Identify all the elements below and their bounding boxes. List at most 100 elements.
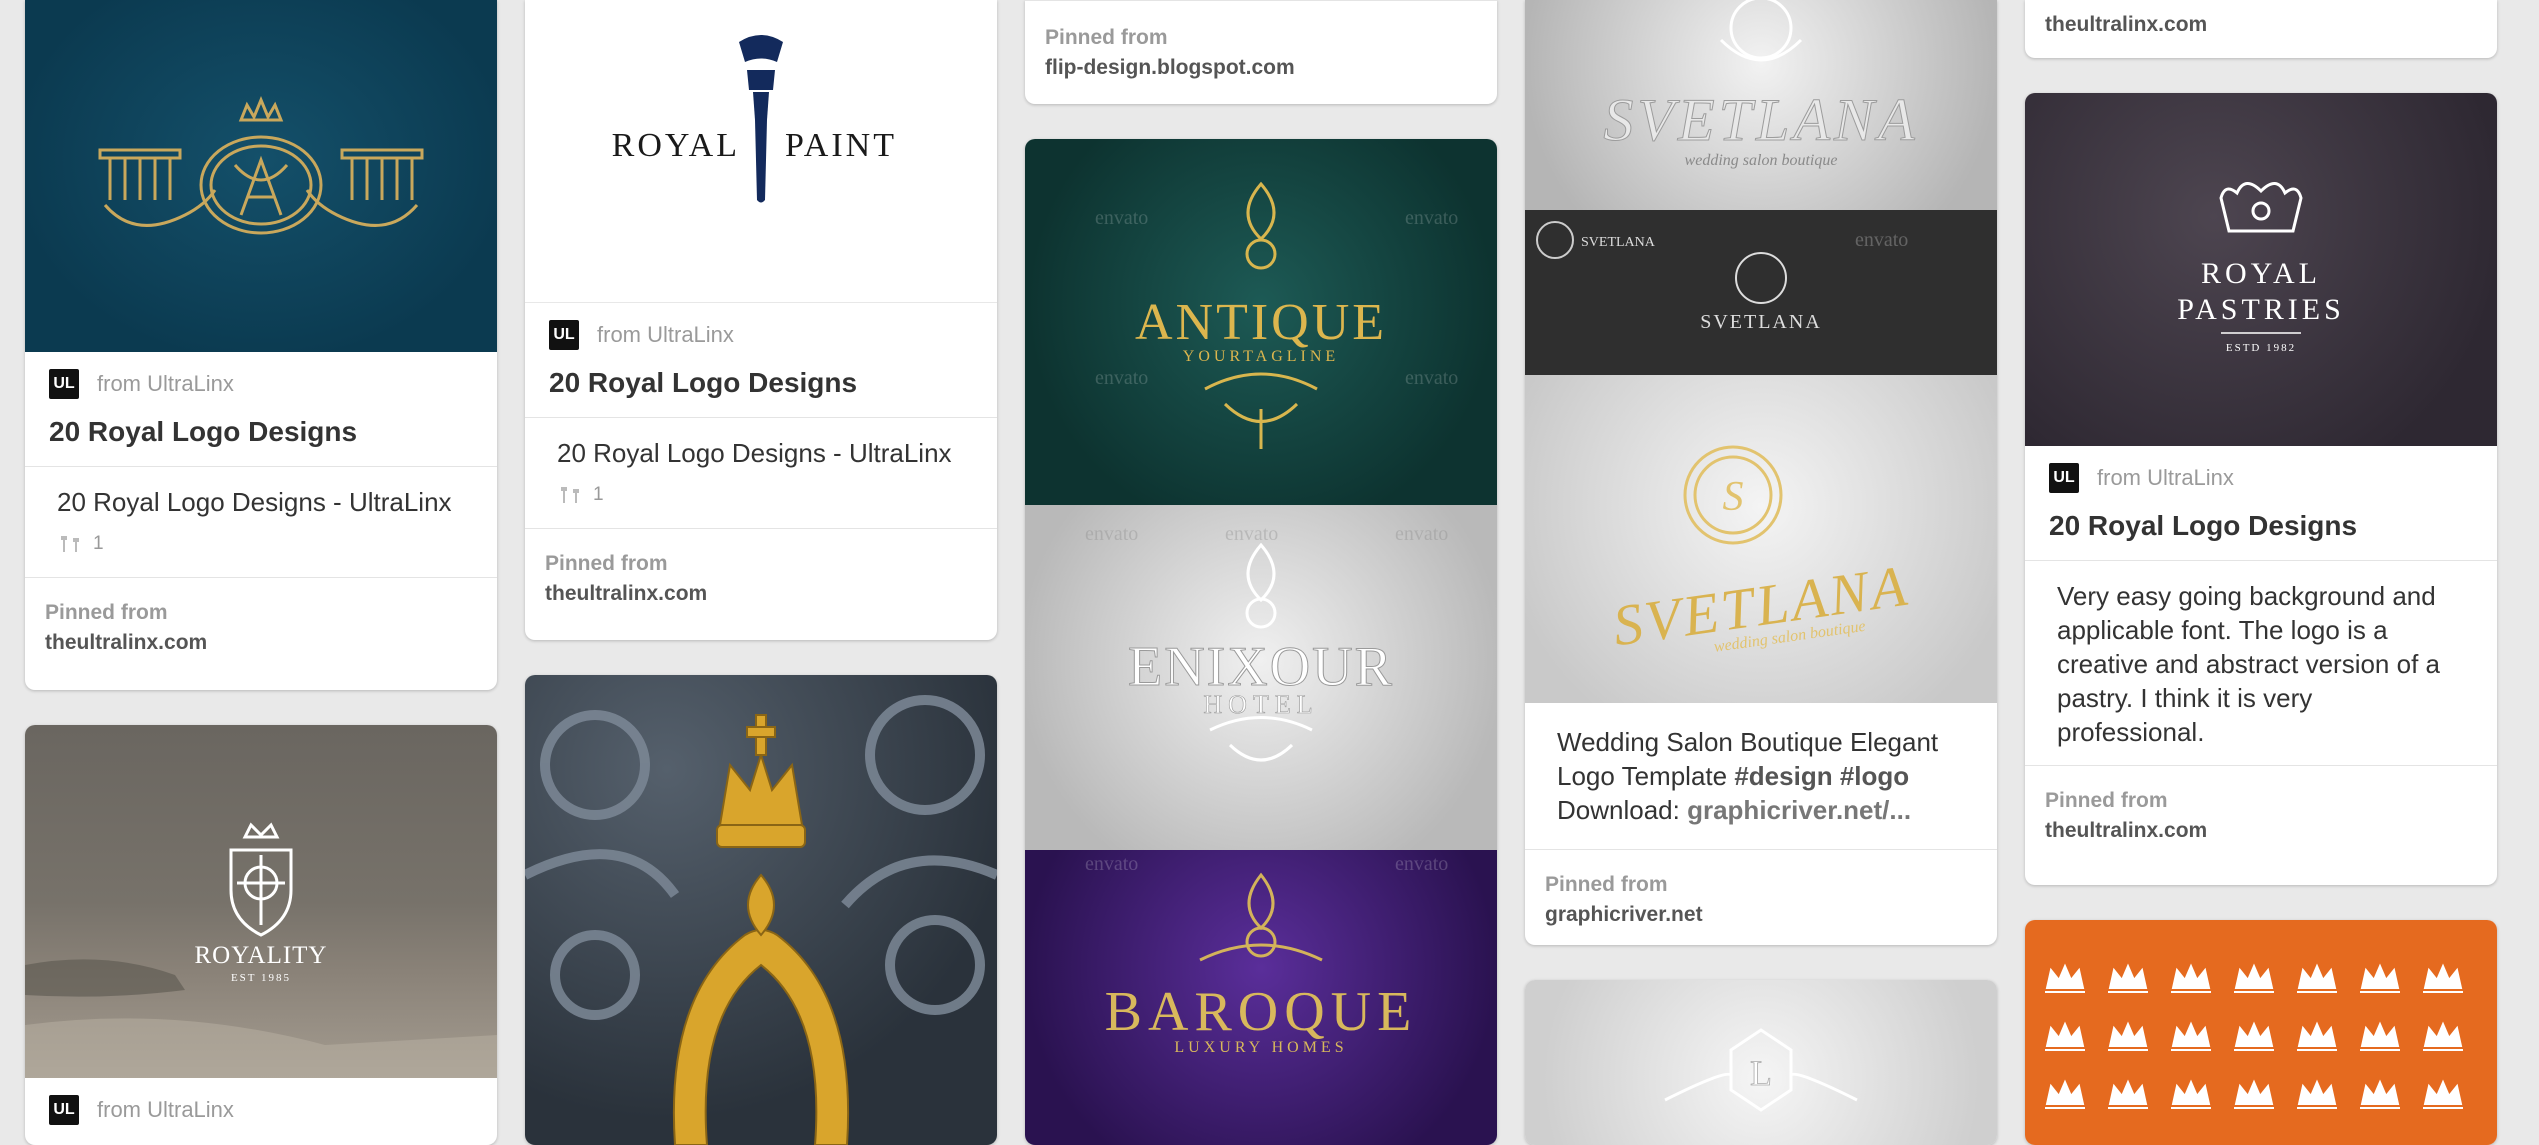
pin-card[interactable]: ROYAL PASTRIES ESTD 1982 UL from UltraLin… xyxy=(2025,93,2497,885)
pin-image[interactable]: S SVETLANA wedding salon boutique xyxy=(1525,375,1997,703)
pin-from-label: from UltraLinx xyxy=(97,1097,234,1122)
crown-icon xyxy=(2297,963,2337,993)
envato-watermark: envato xyxy=(1085,523,1138,545)
pin-source-row[interactable]: UL from UltraLinx xyxy=(25,1078,497,1142)
pinned-from[interactable]: Pinned from theultralinx.com xyxy=(525,528,997,631)
envato-watermark: envato xyxy=(1395,853,1448,875)
crown-icon xyxy=(2108,1021,2148,1051)
pin-card[interactable]: ROYALITY EST 1985 UL from UltraLinx xyxy=(25,725,497,1145)
royal-paint-left: ROYAL xyxy=(612,127,740,164)
repin-count[interactable]: 1 xyxy=(57,527,465,561)
pinned-from-label: Pinned from xyxy=(1045,26,1168,49)
pin-from-label: from UltraLinx xyxy=(97,371,234,396)
svetlana-logo-subtext: wedding salon boutique xyxy=(1685,152,1838,169)
crown-icons-grid xyxy=(2045,963,2463,1109)
pinned-from-label: Pinned from xyxy=(2045,789,2168,812)
crown-icon xyxy=(2171,1079,2211,1109)
pin-card[interactable]: UL from UltraLinx 20 Royal Logo Designs 2… xyxy=(25,0,497,690)
ultralinx-logo-icon: UL xyxy=(2049,463,2079,493)
pinned-from[interactable]: Pinned from graphicriver.net xyxy=(1525,849,1997,945)
pinned-from-source[interactable]: flip-design.blogspot.com xyxy=(1045,53,1477,83)
pin-image[interactable]: ROYAL PASTRIES ESTD 1982 xyxy=(2025,93,2497,446)
repin-number: 1 xyxy=(593,484,604,505)
antique-logo-subtext: YOURTAGLINE xyxy=(1183,348,1339,365)
download-link[interactable]: graphicriver.net/... xyxy=(1687,795,1911,825)
pin-description-text: Very easy going background and applicabl… xyxy=(2057,581,2440,747)
pinned-from[interactable]: Pinned from flip-design.blogspot.com xyxy=(1025,0,1497,104)
crown-icon xyxy=(2423,963,2463,993)
crown-icon xyxy=(2234,1079,2274,1109)
royal-paint-right: PAINT xyxy=(785,127,897,164)
pin-image[interactable] xyxy=(2025,920,2497,1145)
royal-pastries-subtext: ESTD 1982 xyxy=(2226,342,2296,354)
pin-title[interactable]: 20 Royal Logo Designs xyxy=(525,367,997,417)
pin-image[interactable]: ROYALITY EST 1985 xyxy=(25,725,497,1078)
envato-watermark: envato xyxy=(1405,367,1458,389)
hexagon-l-initial: L xyxy=(1750,1053,1772,1093)
pin-source-row[interactable]: UL from UltraLinx xyxy=(25,352,497,416)
pin-card[interactable]: L xyxy=(1525,980,1997,1145)
pin-card[interactable]: Pinned from flip-design.blogspot.com xyxy=(1025,0,1497,104)
svetlana-small-text: SVETLANA xyxy=(1581,235,1656,250)
crown-icon xyxy=(2171,1021,2211,1051)
repin-icon xyxy=(561,487,579,503)
download-label: Download: xyxy=(1557,795,1680,825)
pinned-from-label: Pinned from xyxy=(545,552,668,575)
pin-description: Very easy going background and applicabl… xyxy=(2025,560,2497,765)
pinned-from-source[interactable]: theultralinx.com xyxy=(545,579,977,609)
pin-card[interactable] xyxy=(525,675,997,1145)
envato-watermark: envato xyxy=(1095,367,1148,389)
pin-description: 20 Royal Logo Designs - UltraLinx 1 xyxy=(525,417,997,528)
pin-image[interactable] xyxy=(525,675,997,1145)
pin-description: 20 Royal Logo Designs - UltraLinx 1 xyxy=(25,466,497,577)
pin-card[interactable]: SVETLANA wedding salon boutique SVETLANA… xyxy=(1525,0,1997,945)
pin-title[interactable]: 20 Royal Logo Designs xyxy=(25,416,497,466)
envato-watermark: envato xyxy=(1855,229,1908,251)
pin-description: Wedding Salon Boutique Elegant Logo Temp… xyxy=(1525,703,1997,849)
pin-image[interactable]: L xyxy=(1525,980,1997,1145)
crown-icon xyxy=(2297,1021,2337,1051)
svetlana-logo-gold: S SVETLANA wedding salon boutique xyxy=(1609,445,1913,658)
enixour-logo-subtext: HOTEL xyxy=(1203,690,1318,719)
crown-icon xyxy=(2045,1079,2085,1109)
pinned-from[interactable]: Pinned from theultralinx.com xyxy=(25,577,497,680)
baroque-logo-subtext: LUXURY HOMES xyxy=(1174,1039,1347,1056)
pin-image[interactable]: ROYAL PAINT xyxy=(525,0,997,303)
pin-card[interactable] xyxy=(2025,920,2497,1145)
pinned-from-source[interactable]: theultralinx.com xyxy=(45,628,477,658)
royality-logo-text: ROYALITY xyxy=(195,942,328,969)
pin-source-row[interactable]: UL from UltraLinx xyxy=(2025,446,2497,510)
pin-from-label: from UltraLinx xyxy=(597,322,734,347)
enixour-logo: ENIXOUR HOTEL envato envato envato xyxy=(1085,523,1448,762)
svetlana-center-text: SVETLANA xyxy=(1700,311,1822,333)
svetlana-gold-initial: S xyxy=(1723,474,1744,520)
pin-image[interactable]: SVETLANA wedding salon boutique xyxy=(1525,0,1997,210)
pinned-from[interactable]: theultralinx.com xyxy=(2025,0,2497,58)
pin-image[interactable]: ENIXOUR HOTEL envato envato envato xyxy=(1025,505,1497,850)
pinned-from[interactable]: Pinned from theultralinx.com xyxy=(2025,765,2497,868)
hashtag-link[interactable]: #logo xyxy=(1840,761,1909,791)
envato-watermark: envato xyxy=(1405,207,1458,229)
crown-icon xyxy=(2423,1079,2463,1109)
pin-card[interactable]: ANTIQUE YOURTAGLINE envato envato envato… xyxy=(1025,139,1497,1145)
baroque-logo-text: BAROQUE xyxy=(1105,981,1418,1043)
royality-logo-subtext: EST 1985 xyxy=(231,972,291,984)
crown-icon xyxy=(2108,1079,2148,1109)
pin-image[interactable] xyxy=(25,0,497,352)
crown-icon xyxy=(2234,1021,2274,1051)
pin-description-text: 20 Royal Logo Designs - UltraLinx xyxy=(557,438,952,468)
pin-title[interactable]: 20 Royal Logo Designs xyxy=(2025,510,2497,560)
pin-image[interactable]: SVETLANA SVETLANA envato xyxy=(1525,210,1997,375)
repin-count[interactable]: 1 xyxy=(557,478,965,512)
pinned-from-source[interactable]: theultralinx.com xyxy=(2045,10,2477,40)
pin-card[interactable]: theultralinx.com xyxy=(2025,0,2497,58)
royality-logo: ROYALITY EST 1985 xyxy=(25,822,497,1078)
envato-watermark: envato xyxy=(1095,207,1148,229)
pin-card[interactable]: ROYAL PAINT UL from UltraLinx 20 Royal Lo… xyxy=(525,0,997,640)
pin-image[interactable]: BAROQUE LUXURY HOMES envato envato xyxy=(1025,850,1497,1145)
pinned-from-source[interactable]: theultralinx.com xyxy=(2045,816,2477,846)
pin-source-row[interactable]: UL from UltraLinx xyxy=(525,303,997,367)
pinned-from-source[interactable]: graphicriver.net xyxy=(1545,900,1977,930)
pin-image[interactable]: ANTIQUE YOURTAGLINE envato envato envato… xyxy=(1025,139,1497,505)
hashtag-link[interactable]: #design xyxy=(1734,761,1832,791)
